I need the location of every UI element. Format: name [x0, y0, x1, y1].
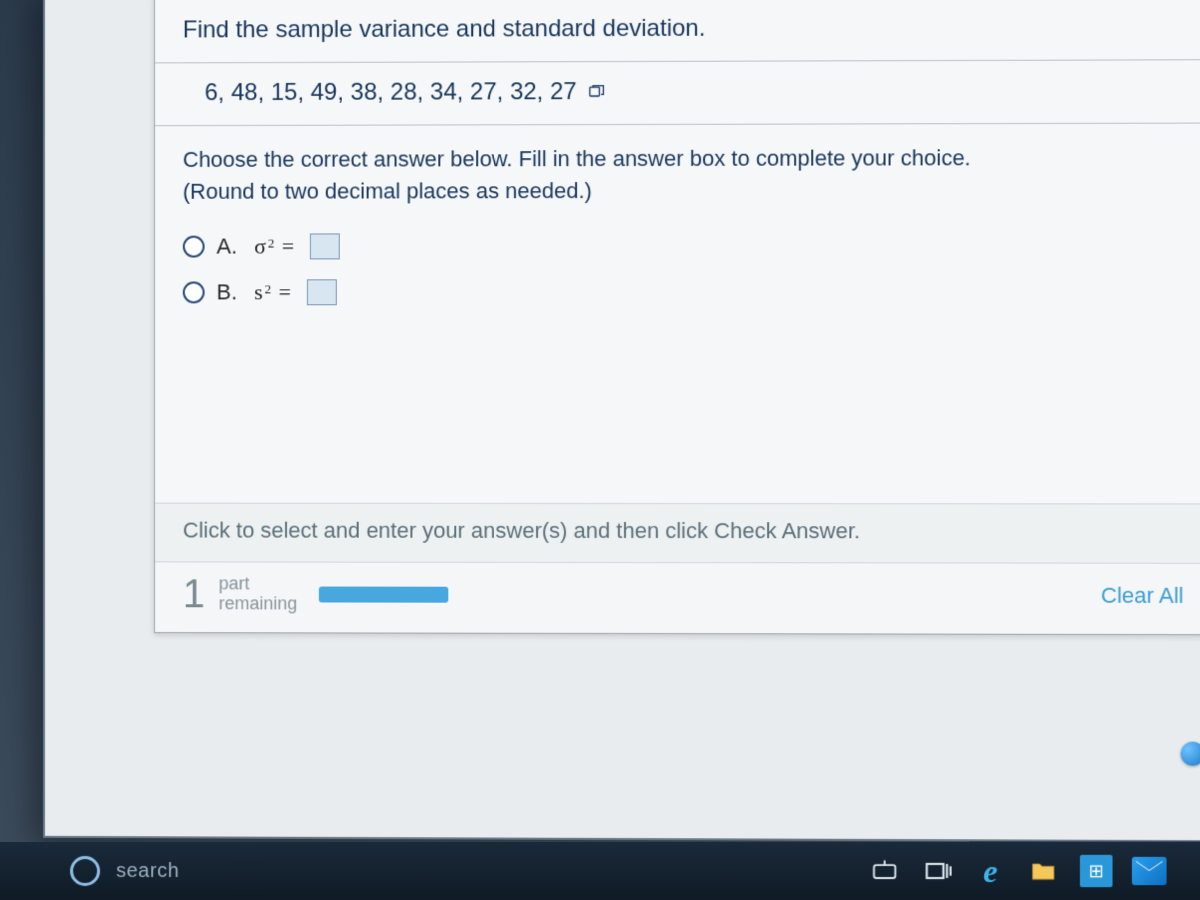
progress-fill	[319, 586, 448, 602]
instructions: Choose the correct answer below. Fill in…	[155, 124, 1200, 214]
answer-input-b[interactable]	[307, 279, 337, 305]
parts-remaining-label: part remaining	[219, 574, 298, 614]
s-symbol: s	[254, 279, 263, 305]
task-view-icon[interactable]	[915, 849, 960, 893]
screen-frame: Find the sample variance and standard de…	[43, 0, 1200, 842]
progress-bar	[319, 586, 448, 602]
part-label: part	[219, 574, 298, 594]
choice-a-formula: σ2 =	[254, 233, 294, 259]
instruction-line-1: Choose the correct answer below. Fill in…	[183, 142, 1188, 176]
data-set-values: 6, 48, 15, 49, 38, 28, 34, 27, 32, 27	[205, 78, 577, 107]
instruction-line-2: (Round to two decimal places as needed.)	[183, 174, 1188, 208]
taskbar-search-hint[interactable]: search	[116, 859, 179, 882]
hint-text: Click to select and enter your answer(s)…	[155, 502, 1200, 563]
clear-all-button[interactable]: Clear All	[1101, 582, 1188, 608]
radio-a[interactable]	[183, 235, 205, 257]
cortana-icon[interactable]	[70, 856, 100, 886]
floating-help-icon[interactable]	[1181, 742, 1200, 766]
parts-remaining-count: 1	[183, 574, 205, 614]
answer-input-a[interactable]	[310, 233, 340, 259]
choice-a-label: A.	[217, 233, 243, 259]
data-set-row: 6, 48, 15, 49, 38, 28, 34, 27, 32, 27	[155, 60, 1200, 126]
choice-a[interactable]: A. σ2 =	[183, 222, 1188, 269]
windows-taskbar: search e ⊞	[0, 842, 1200, 900]
edge-browser-icon[interactable]: e	[968, 849, 1013, 893]
store-grid-icon: ⊞	[1089, 860, 1104, 881]
progress-row: 1 part remaining Clear All	[155, 562, 1200, 634]
choices-group: A. σ2 = B. s2 =	[155, 212, 1200, 343]
choice-b-formula: s2 =	[254, 279, 291, 305]
mail-icon[interactable]	[1127, 849, 1172, 893]
choice-b-label: B.	[217, 279, 243, 305]
copy-icon[interactable]	[587, 84, 607, 100]
microsoft-store-icon[interactable]: ⊞	[1074, 849, 1119, 893]
sigma-symbol: σ	[254, 233, 266, 259]
spacer	[155, 342, 1200, 503]
radio-b[interactable]	[183, 281, 205, 303]
remaining-label: remaining	[219, 594, 298, 614]
file-explorer-icon[interactable]	[1021, 849, 1066, 893]
keyboard-icon[interactable]	[862, 849, 907, 893]
question-card: Find the sample variance and standard de…	[154, 0, 1200, 635]
question-prompt: Find the sample variance and standard de…	[155, 0, 1200, 63]
choice-b[interactable]: B. s2 =	[183, 268, 1188, 315]
